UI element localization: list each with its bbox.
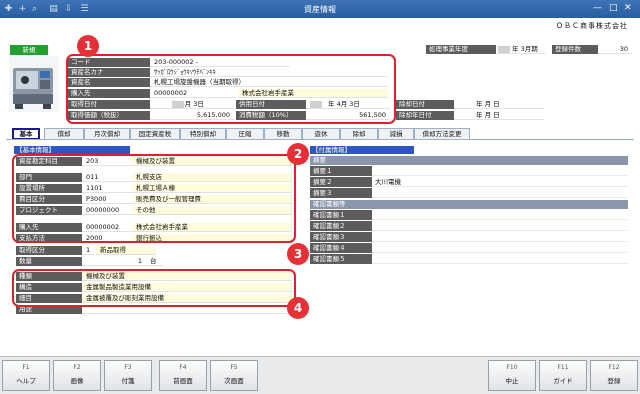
title-bar: ✚ + ⌕ ▤ ⇩ ☰ 資産情報 — □ ✕: [0, 0, 640, 18]
f1-key: F1: [22, 364, 30, 371]
f10-cancel-button[interactable]: F10 中止: [488, 360, 536, 391]
f4-key: F4: [179, 364, 187, 371]
f10-label: 中止: [505, 377, 519, 385]
doc-1-label: 確認書類１: [310, 210, 372, 220]
f11-key: F11: [557, 364, 569, 371]
tab-special-depreciation[interactable]: 特別償却: [180, 128, 226, 139]
doc-2-label: 確認書類２: [310, 221, 372, 231]
retire-year-date-field[interactable]: 年 月 日: [454, 111, 544, 120]
f5-label: 次画面: [224, 377, 244, 385]
asset-image[interactable]: [9, 56, 59, 112]
f5-key: F5: [230, 364, 238, 371]
callout-box-2: [12, 154, 296, 243]
f10-key: F10: [506, 364, 518, 371]
tab-monthly-depreciation[interactable]: 月次償却: [84, 128, 130, 139]
f2-label: 画像: [70, 377, 84, 385]
f12-register-button[interactable]: F12 登録: [590, 360, 638, 391]
f3-key: F3: [124, 364, 132, 371]
doc-4-label: 確認書類４: [310, 243, 372, 253]
doc-2-field[interactable]: [372, 221, 628, 231]
f1-label: ヘルプ: [16, 377, 36, 385]
basic-section-title: 【基本情報】: [14, 146, 130, 154]
summary-1-field[interactable]: [372, 166, 628, 176]
callout-badge-2: 2: [287, 143, 309, 165]
f3-label: 付箋: [121, 377, 135, 385]
summary-3-field[interactable]: [372, 188, 628, 198]
summary-1-label: 摘要１: [310, 166, 372, 176]
summary-2-label: 摘要２: [310, 177, 372, 187]
summary-header: 摘要: [310, 156, 628, 165]
summary-2-field[interactable]: 大川電機: [372, 177, 628, 187]
f4-prev-button[interactable]: F4 前画面: [159, 360, 207, 391]
doc-4-field[interactable]: [372, 243, 628, 253]
tab-compression[interactable]: 圧縮: [226, 128, 264, 139]
retire-date-label: 除却日付: [396, 100, 454, 109]
tab-depreciation[interactable]: 償却: [44, 128, 84, 139]
function-key-bar: F1 ヘルプ F2 画像 F3 付箋 F4 前画面 F5 次画面 F10 中止 F11 ガイド…: [0, 356, 640, 394]
tab-transfer[interactable]: 移動: [264, 128, 302, 139]
f1-help-button[interactable]: F1 ヘルプ: [2, 360, 50, 391]
doc-5-label: 確認書類５: [310, 254, 372, 264]
window-title: 資産情報: [304, 5, 336, 14]
tab-method-change[interactable]: 償却方法変更: [414, 128, 470, 139]
tab-property-tax[interactable]: 固定資産税: [130, 128, 180, 139]
doc-1-field[interactable]: [372, 210, 628, 220]
quantity-field[interactable]: 1: [82, 257, 146, 266]
status-badge: 新規: [10, 45, 48, 55]
f12-label: 登録: [607, 377, 621, 385]
f11-label: ガイド: [553, 377, 573, 385]
tab-retirement[interactable]: 除却: [340, 128, 378, 139]
close-icon[interactable]: ✕: [624, 3, 632, 13]
callout-box-4: [12, 269, 296, 307]
registered-count-value: 30: [598, 45, 632, 54]
retire-year-date-label: 除却年日付: [396, 111, 454, 120]
callout-box-1: [66, 54, 396, 124]
f3-sticky-button[interactable]: F3 付箋: [104, 360, 152, 391]
acquisition-type-label: 取得区分: [16, 246, 82, 255]
company-name: ＯＢＣ商事株式会社: [556, 22, 628, 30]
attached-section-title: 【付属情報】: [310, 146, 414, 154]
quantity-unit: 台: [146, 257, 164, 266]
acquisition-type-code[interactable]: 1: [82, 246, 94, 255]
tab-divider: [6, 139, 634, 140]
callout-badge-4: 4: [287, 297, 309, 319]
doc-3-label: 確認書類３: [310, 232, 372, 242]
summary-3-label: 摘要３: [310, 188, 372, 198]
doc-5-field[interactable]: [372, 254, 628, 264]
f12-key: F12: [608, 364, 620, 371]
doc-3-field[interactable]: [372, 232, 628, 242]
f11-guide-button[interactable]: F11 ガイド: [539, 360, 587, 391]
registered-count-label: 登録件数: [552, 45, 598, 54]
tab-impairment[interactable]: 減損: [378, 128, 414, 139]
f4-label: 前画面: [173, 377, 193, 385]
callout-badge-3: 3: [287, 243, 309, 265]
retire-date-field[interactable]: 年 月 日: [454, 100, 544, 109]
callout-badge-1: 1: [77, 35, 99, 57]
f2-image-button[interactable]: F2 画像: [53, 360, 101, 391]
docs-header: 確認書類等: [310, 200, 628, 209]
fiscal-year-label: 処理事業年度: [426, 45, 496, 54]
minimize-icon[interactable]: —: [593, 3, 602, 13]
quantity-label: 数量: [16, 257, 82, 266]
acquisition-type-name: 新品取得: [96, 246, 156, 255]
tab-idle[interactable]: 遊休: [302, 128, 340, 139]
f5-next-button[interactable]: F5 次画面: [210, 360, 258, 391]
f2-key: F2: [73, 364, 81, 371]
maximize-icon[interactable]: □: [609, 3, 618, 13]
year-box: [498, 46, 510, 53]
